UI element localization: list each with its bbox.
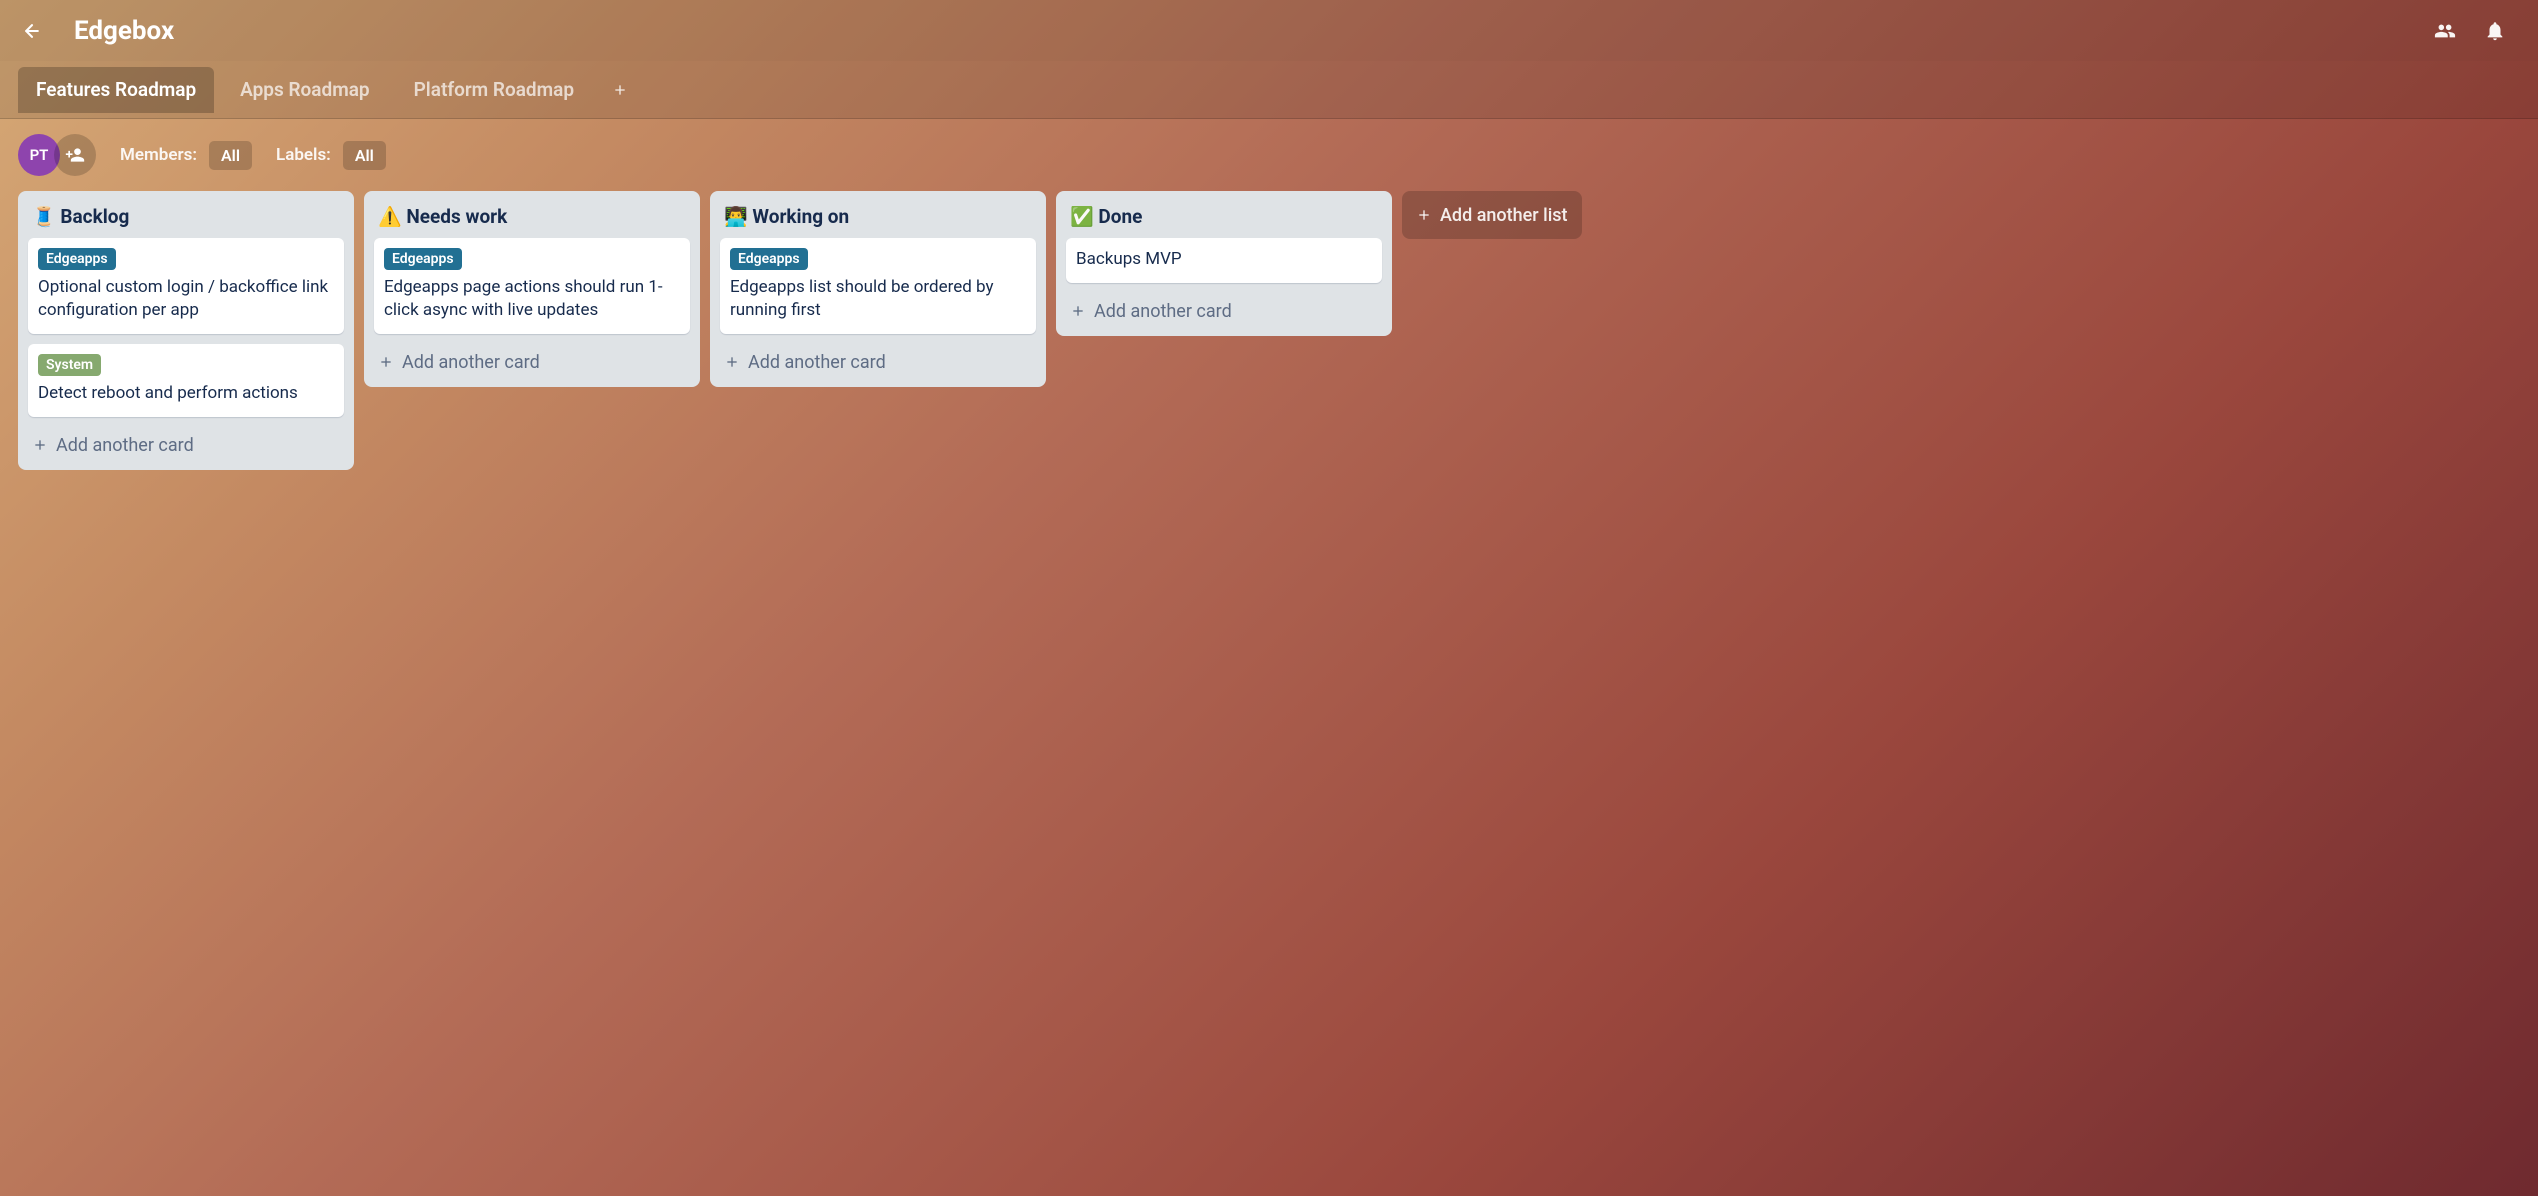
tab-label: Platform Roadmap	[414, 78, 574, 101]
add-tab-button[interactable]	[600, 82, 640, 98]
card-text: Backups MVP	[1076, 248, 1372, 271]
avatar-stack: PT	[18, 134, 96, 176]
person-add-icon	[65, 145, 85, 165]
card-labels: Edgeapps	[384, 248, 680, 270]
card-label[interactable]: Edgeapps	[730, 248, 808, 270]
bell-icon	[2484, 20, 2506, 42]
people-icon	[2434, 20, 2456, 42]
card-text: Detect reboot and perform actions	[38, 382, 334, 405]
list-title[interactable]: ⚠️ Needs work	[374, 201, 690, 228]
app-header: Edgebox	[0, 0, 2538, 61]
add-member-button[interactable]	[54, 134, 96, 176]
add-card-label: Add another card	[56, 435, 194, 456]
card[interactable]: Edgeapps Edgeapps page actions should ru…	[374, 238, 690, 334]
card[interactable]: Backups MVP	[1066, 238, 1382, 283]
tab-platform-roadmap[interactable]: Platform Roadmap	[396, 67, 592, 113]
card-label[interactable]: Edgeapps	[384, 248, 462, 270]
labels-filter-value[interactable]: All	[343, 141, 386, 170]
card-text: Edgeapps page actions should run 1-click…	[384, 276, 680, 322]
tab-features-roadmap[interactable]: Features Roadmap	[18, 67, 214, 113]
filter-bar: PT Members: All Labels: All	[0, 119, 2538, 191]
card-label[interactable]: Edgeapps	[38, 248, 116, 270]
tab-apps-roadmap[interactable]: Apps Roadmap	[222, 67, 387, 113]
plus-icon	[1416, 207, 1432, 223]
list-done: ✅ Done Backups MVP Add another card	[1056, 191, 1392, 336]
add-card-label: Add another card	[748, 352, 886, 373]
board-title[interactable]: Edgebox	[74, 16, 174, 46]
add-card-button[interactable]: Add another card	[374, 344, 690, 377]
header-left: Edgebox	[18, 16, 174, 46]
arrow-left-icon	[22, 21, 42, 41]
card[interactable]: System Detect reboot and perform actions	[28, 344, 344, 417]
card[interactable]: Edgeapps Edgeapps list should be ordered…	[720, 238, 1036, 334]
plus-icon	[612, 82, 628, 98]
list-needs-work: ⚠️ Needs work Edgeapps Edgeapps page act…	[364, 191, 700, 387]
add-card-button[interactable]: Add another card	[1066, 293, 1382, 326]
list-title[interactable]: ✅ Done	[1066, 201, 1382, 228]
list-title[interactable]: 🧵 Backlog	[28, 201, 344, 228]
tab-bar: Features Roadmap Apps Roadmap Platform R…	[0, 61, 2538, 119]
members-filter-value[interactable]: All	[209, 141, 252, 170]
card-labels: System	[38, 354, 334, 376]
plus-icon	[1070, 303, 1086, 319]
add-card-label: Add another card	[1094, 301, 1232, 322]
card-label[interactable]: System	[38, 354, 101, 376]
back-button[interactable]	[18, 17, 46, 45]
plus-icon	[378, 354, 394, 370]
add-card-label: Add another card	[402, 352, 540, 373]
members-button[interactable]	[2434, 20, 2456, 42]
tab-label: Features Roadmap	[36, 78, 196, 101]
labels-filter-label: Labels:	[276, 145, 331, 165]
add-card-button[interactable]: Add another card	[720, 344, 1036, 377]
header-right	[2434, 20, 2520, 42]
card-text: Edgeapps list should be ordered by runni…	[730, 276, 1026, 322]
list-title[interactable]: 👨‍💻 Working on	[720, 201, 1036, 228]
add-list-button[interactable]: Add another list	[1402, 191, 1582, 239]
card-labels: Edgeapps	[730, 248, 1026, 270]
card-text: Optional custom login / backoffice link …	[38, 276, 334, 322]
board: 🧵 Backlog Edgeapps Optional custom login…	[0, 191, 2538, 488]
members-filter-label: Members:	[120, 145, 197, 165]
tab-label: Apps Roadmap	[240, 78, 369, 101]
notifications-button[interactable]	[2484, 20, 2506, 42]
list-working-on: 👨‍💻 Working on Edgeapps Edgeapps list sh…	[710, 191, 1046, 387]
card-labels: Edgeapps	[38, 248, 334, 270]
add-list-label: Add another list	[1440, 205, 1568, 226]
list-backlog: 🧵 Backlog Edgeapps Optional custom login…	[18, 191, 354, 470]
add-card-button[interactable]: Add another card	[28, 427, 344, 460]
plus-icon	[32, 437, 48, 453]
card[interactable]: Edgeapps Optional custom login / backoff…	[28, 238, 344, 334]
plus-icon	[724, 354, 740, 370]
